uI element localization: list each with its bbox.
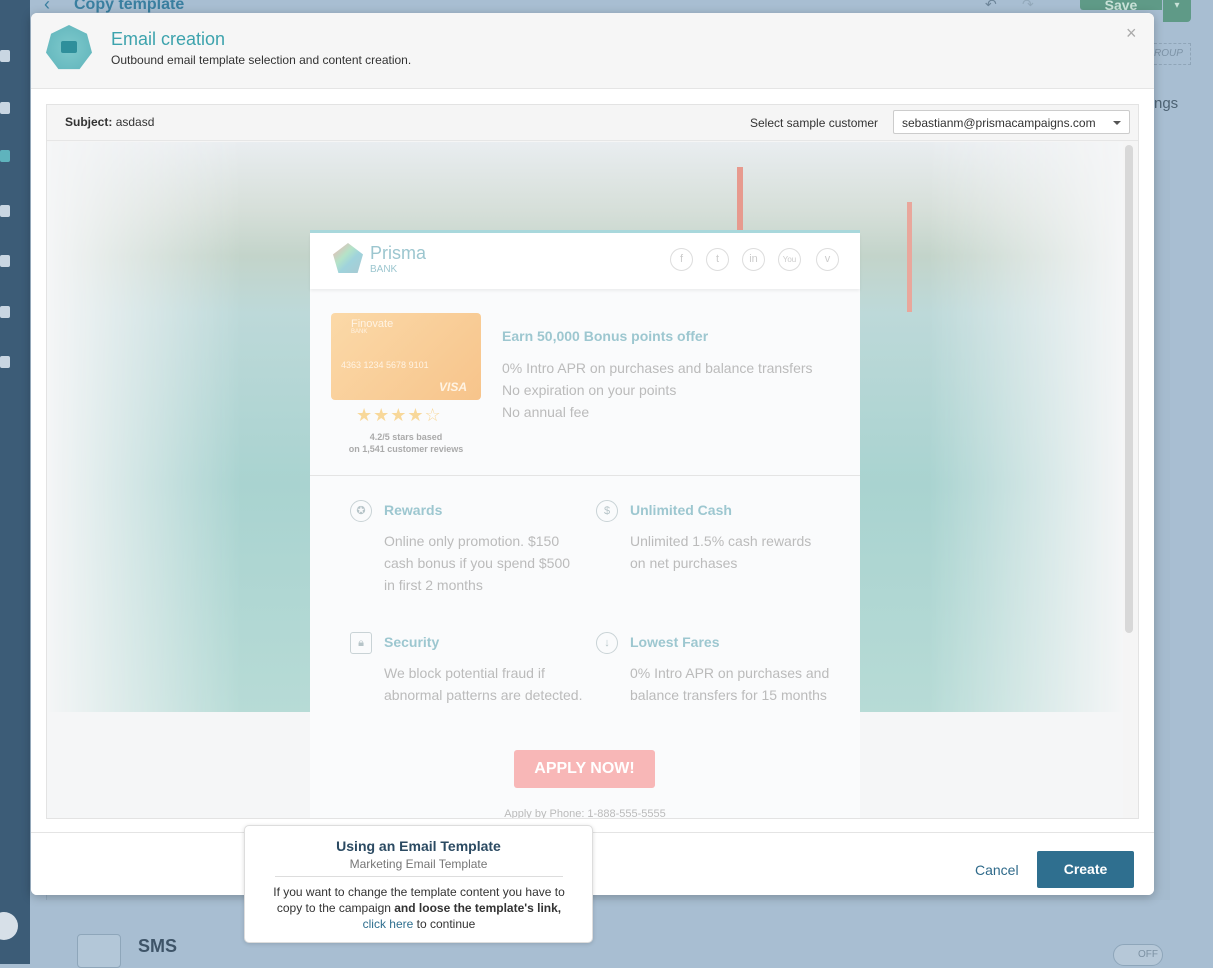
feature-body: Unlimited 1.5% cash rewards on net purch… [630, 533, 812, 571]
sidebar [0, 0, 30, 964]
credit-card-image: Finovate BANK 4363 1234 5678 9101 VISA [331, 313, 481, 400]
sms-label: SMS [138, 936, 178, 956]
cash-icon: $ [596, 500, 618, 522]
divider [275, 876, 563, 877]
envelope-icon [61, 41, 77, 53]
rating-line: on 1,541 customer reviews [348, 444, 464, 454]
close-icon[interactable]: × [1126, 23, 1137, 44]
sample-customer-label: Select sample customer [750, 116, 879, 130]
cancel-button[interactable]: Cancel [975, 862, 1019, 878]
page-title: Copy template [74, 0, 185, 13]
modal-header: Email creation Outbound email template s… [31, 13, 1154, 89]
email-badge-icon [46, 25, 92, 70]
feature-body: Online only promotion. $150 cash bonus i… [384, 533, 571, 593]
prisma-logo-icon [333, 243, 363, 273]
tooltip-subtitle: Marketing Email Template [349, 857, 488, 871]
grid-icon[interactable] [0, 306, 10, 318]
tooltip-body: If you want to change the template conte… [273, 884, 565, 932]
subject: Subject: asdasd [65, 115, 154, 129]
modal-subtitle: Outbound email template selection and co… [111, 53, 412, 67]
youtube-icon[interactable]: You [778, 248, 801, 271]
offer-title: Earn 50,000 Bonus points offer [502, 328, 709, 344]
avatar[interactable] [0, 912, 18, 940]
rating-text: 4.2/5 stars based on 1,541 customer revie… [331, 431, 481, 455]
email-preview: Prisma BANK f t in You v Finovate BANK 4… [47, 142, 1123, 818]
twitter-icon[interactable]: t [706, 248, 729, 271]
divider [310, 475, 860, 476]
arrow-down-icon: ↓ [596, 632, 618, 654]
card-number: 4363 1234 5678 9101 [341, 360, 429, 370]
offer-line: 0% Intro APR on purchases and balance tr… [502, 360, 813, 376]
email-header: Prisma BANK f t in You v [310, 233, 860, 289]
feature-title: Rewards [384, 502, 443, 518]
subject-value: asdasd [115, 115, 155, 129]
click-here-link[interactable]: click here [363, 917, 414, 931]
settings-icon[interactable] [0, 356, 10, 368]
sms-toggle[interactable]: OFF [1113, 944, 1163, 966]
feature-title: Lowest Fares [630, 634, 720, 650]
modal-title: Email creation [111, 29, 226, 49]
star-rating: ★★★★☆ [356, 405, 442, 426]
card-issuer-sub: BANK [351, 329, 368, 335]
rating-line: 4.2/5 stars based [369, 432, 443, 442]
save-dropdown-button[interactable]: ▾ [1163, 0, 1191, 22]
email-body: Prisma BANK f t in You v Finovate BANK 4… [310, 230, 860, 818]
lock-icon: 🔒︎ [350, 632, 372, 654]
settings-tab[interactable]: ngs [1154, 95, 1178, 112]
linkedin-icon[interactable]: in [742, 248, 765, 271]
subject-bar: Subject: asdasd Select sample customer s… [47, 105, 1138, 141]
sample-customer-select[interactable]: sebastianm@prismacampaigns.com [893, 110, 1130, 134]
save-button[interactable]: Save [1080, 0, 1162, 10]
group-button[interactable]: ROUP [1154, 43, 1191, 65]
segments-icon[interactable] [0, 205, 10, 217]
card-network: VISA [439, 380, 468, 394]
star-empty-icon: ☆ [424, 405, 442, 425]
analytics-icon[interactable] [0, 255, 10, 267]
email-creation-modal: Email creation Outbound email template s… [31, 13, 1154, 895]
create-button[interactable]: Create [1037, 851, 1134, 888]
template-tooltip: Using an Email Template Marketing Email … [244, 825, 593, 943]
user-icon[interactable] [0, 50, 10, 62]
feature-body: We block potential fraud if abnormal pat… [384, 665, 583, 703]
apply-phone: Apply by Phone: 1-888-555-5555 [504, 808, 666, 818]
brand-sub: BANK [370, 264, 398, 275]
feature-body: 0% Intro APR on purchases and balance tr… [630, 665, 830, 703]
chevron-down-icon [1113, 121, 1121, 129]
undo-icon[interactable]: ↶ [985, 0, 997, 13]
offer-line: No expiration on your points [502, 382, 677, 398]
offer-line: No annual fee [502, 404, 590, 420]
medal-icon: ✪ [350, 500, 372, 522]
feature-title: Unlimited Cash [630, 502, 732, 518]
redo-icon[interactable]: ↷ [1022, 0, 1034, 13]
sample-customer-value: sebastianm@prismacampaigns.com [902, 116, 1096, 130]
sms-icon [77, 934, 121, 968]
campaign-icon[interactable] [0, 150, 10, 162]
apply-now-button[interactable]: APPLY NOW! [514, 750, 655, 788]
vimeo-icon[interactable]: v [816, 248, 839, 271]
calendar-icon[interactable] [0, 102, 10, 114]
facebook-icon[interactable]: f [670, 248, 693, 271]
preview-scrollbar[interactable] [1125, 145, 1133, 633]
email-preview-panel: Subject: asdasd Select sample customer s… [46, 104, 1139, 819]
tooltip-bold-text: and loose the template's link, [394, 901, 562, 915]
star-icon: ★★★★ [356, 405, 425, 425]
bridge-tower [907, 202, 912, 312]
tooltip-text: to continue [413, 917, 476, 931]
subject-label: Subject: [65, 115, 113, 129]
brand-name: Prisma [370, 243, 427, 263]
feature-title: Security [384, 634, 440, 650]
tooltip-title: Using an Email Template [336, 838, 501, 854]
